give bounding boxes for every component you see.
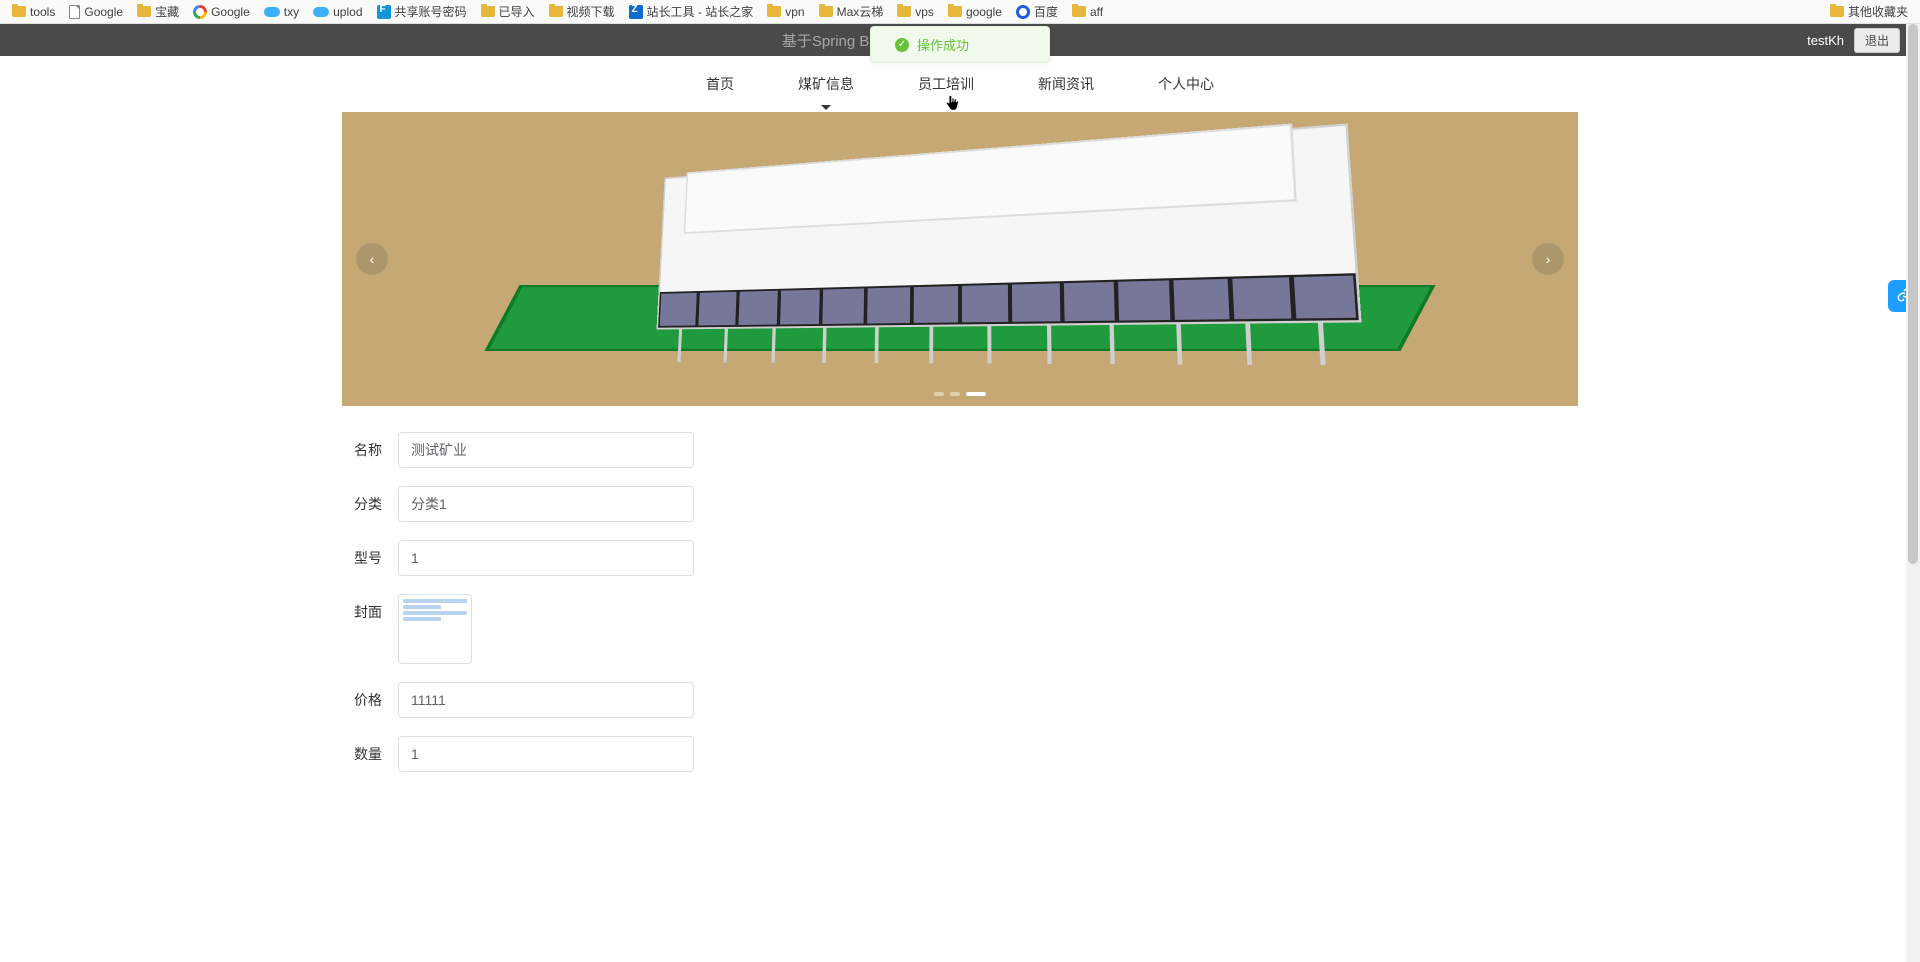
bookmark-label: tools: [30, 5, 55, 19]
chevron-left-icon: ‹: [370, 251, 375, 267]
folder-icon: [819, 6, 833, 17]
webmaster-icon: [629, 5, 643, 19]
bookmark-other-folder[interactable]: 其他收藏夹: [1826, 1, 1912, 22]
bookmark-label: aff: [1090, 5, 1103, 19]
page-icon: [69, 5, 80, 19]
bookmark-label: 共享账号密码: [395, 3, 467, 20]
bookmark-item[interactable]: 站长工具 - 站长之家: [625, 1, 758, 22]
field-row-1: 分类: [352, 486, 1578, 522]
chevron-right-icon: ›: [1546, 251, 1551, 267]
bookmark-item[interactable]: vpn: [763, 1, 808, 22]
field-input-5[interactable]: [398, 736, 694, 772]
username: testKh: [1807, 33, 1844, 48]
field-label: 分类: [352, 486, 382, 514]
bookmark-item[interactable]: 视频下载: [545, 1, 619, 22]
field-label: 型号: [352, 540, 382, 568]
carousel-dot-2[interactable]: [966, 392, 986, 396]
carousel-dot-0[interactable]: [934, 392, 944, 396]
bookmark-item[interactable]: tools: [8, 1, 59, 22]
field-label: 封面: [352, 594, 382, 622]
field-row-5: 数量: [352, 736, 1578, 772]
field-input-4[interactable]: [398, 682, 694, 718]
bookmark-label: vpn: [785, 5, 804, 19]
scrollbar-vertical[interactable]: [1906, 24, 1920, 962]
folder-icon: [1072, 6, 1086, 17]
field-row-2: 型号: [352, 540, 1578, 576]
field-input-1[interactable]: [398, 486, 694, 522]
bookmark-label: google: [966, 5, 1002, 19]
field-row-4: 价格: [352, 682, 1578, 718]
bookmark-item[interactable]: google: [944, 1, 1006, 22]
bookmark-item[interactable]: Google: [189, 1, 254, 22]
folder-icon: [137, 6, 151, 17]
check-icon: ✓: [895, 38, 909, 52]
logout-button[interactable]: 退出: [1854, 28, 1900, 53]
bookmark-label: 视频下载: [567, 3, 615, 20]
folder-icon: [12, 6, 26, 17]
folder-icon: [549, 6, 563, 17]
google-icon: [193, 5, 207, 19]
carousel-next[interactable]: ›: [1532, 243, 1564, 275]
nav-item-0[interactable]: 首页: [706, 68, 734, 100]
folder-icon: [1830, 6, 1844, 17]
field-row-3: 封面: [352, 594, 1578, 664]
bookmark-item[interactable]: aff: [1068, 1, 1107, 22]
folder-icon: [767, 6, 781, 17]
cover-thumbnail[interactable]: [398, 594, 472, 664]
nav-item-3[interactable]: 新闻资讯: [1038, 68, 1094, 100]
bookmark-item[interactable]: Max云梯: [815, 1, 888, 22]
bookmark-label: Max云梯: [837, 3, 884, 20]
banner-illustration: [342, 112, 1578, 406]
bookmark-label: 已导入: [499, 3, 535, 20]
carousel: ‹ ›: [342, 112, 1578, 406]
bookmarks-left: tools Google 宝藏 Google txy uplod 共享账号密码 已导入 视频下载…: [8, 1, 1826, 22]
field-label: 名称: [352, 432, 382, 460]
bookmark-item[interactable]: 宝藏: [133, 1, 183, 22]
field-label: 价格: [352, 682, 382, 710]
baidu-icon: [1016, 5, 1030, 19]
folder-icon: [897, 6, 911, 17]
bookmarks-bar: tools Google 宝藏 Google txy uplod 共享账号密码 已导入 视频下载…: [0, 0, 1920, 24]
main-nav: 首页 煤矿信息 员工培训 新闻资讯 个人中心: [0, 56, 1920, 112]
bookmark-item[interactable]: vps: [893, 1, 938, 22]
nav-item-1[interactable]: 煤矿信息: [798, 68, 854, 100]
bookmark-item[interactable]: 已导入: [477, 1, 539, 22]
bookmark-label: 其他收藏夹: [1848, 3, 1908, 20]
carousel-dot-1[interactable]: [950, 392, 960, 396]
bookmark-item[interactable]: Google: [65, 1, 127, 22]
field-label: 数量: [352, 736, 382, 764]
field-input-0[interactable]: [398, 432, 694, 468]
bookmark-label: Google: [84, 5, 123, 19]
cloud-icon: [313, 7, 329, 17]
folder-icon: [481, 6, 495, 17]
bookmark-item[interactable]: 百度: [1012, 1, 1062, 22]
bookmark-label: uplod: [333, 5, 362, 19]
bookmark-item[interactable]: txy: [260, 1, 303, 22]
bookmark-label: 百度: [1034, 3, 1058, 20]
bookmark-item[interactable]: uplod: [309, 1, 366, 22]
carousel-dots: [934, 392, 986, 396]
cloud-icon: [264, 7, 280, 17]
carousel-prev[interactable]: ‹: [356, 243, 388, 275]
nav-item-2[interactable]: 员工培训: [918, 68, 974, 100]
field-input-2[interactable]: [398, 540, 694, 576]
folder-icon: [948, 6, 962, 17]
scroll-thumb[interactable]: [1908, 24, 1918, 564]
bookmark-label: 站长工具 - 站长之家: [647, 3, 754, 20]
toast-text: 操作成功: [917, 35, 969, 54]
share-account-icon: [377, 5, 391, 19]
toast-success: ✓ 操作成功: [870, 26, 1050, 63]
nav-item-4[interactable]: 个人中心: [1158, 68, 1214, 100]
field-row-0: 名称: [352, 432, 1578, 468]
bookmark-label: vps: [915, 5, 934, 19]
bookmark-label: 宝藏: [155, 3, 179, 20]
bookmarks-right: 其他收藏夹: [1826, 1, 1912, 22]
detail-form: 名称分类型号封面价格数量: [342, 422, 1578, 830]
bookmark-item[interactable]: 共享账号密码: [373, 1, 471, 22]
bookmark-label: Google: [211, 5, 250, 19]
bookmark-label: txy: [284, 5, 299, 19]
